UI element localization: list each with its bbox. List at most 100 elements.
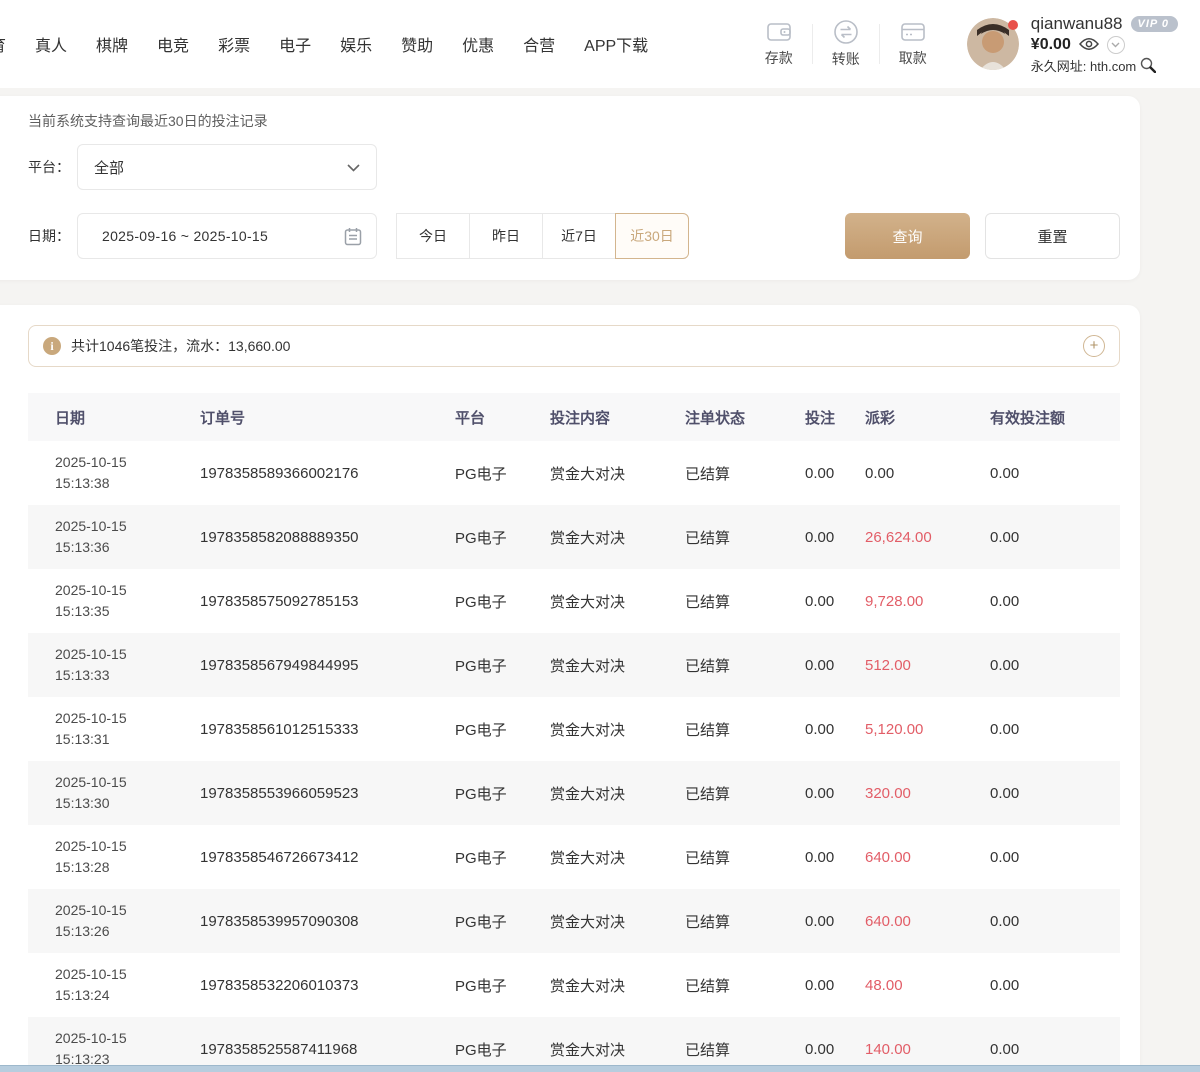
- nav-item[interactable]: 娱乐: [340, 28, 372, 60]
- withdraw-button[interactable]: 取款: [881, 20, 945, 68]
- table-row[interactable]: 2025-10-15 15:13:38 1978358589366002176 …: [28, 441, 1120, 505]
- col-header-bet: 投注: [805, 407, 865, 428]
- transfer-button[interactable]: 转账: [814, 19, 878, 69]
- table-row[interactable]: 2025-10-15 15:13:31 1978358561012515333 …: [28, 697, 1120, 761]
- nav-item[interactable]: 体育: [0, 28, 6, 60]
- cell-valid-bet: 0.00: [990, 657, 1120, 674]
- cell-status: 已结算: [685, 783, 805, 804]
- cell-date: 2025-10-15 15:13:28: [55, 836, 200, 878]
- cell-status: 已结算: [685, 591, 805, 612]
- user-info: qianwanu88 VIP 0 ¥0.00 永久网址:: [1031, 14, 1178, 75]
- nav-item[interactable]: 真人: [35, 28, 67, 60]
- cell-bet: 0.00: [805, 529, 865, 546]
- table-row[interactable]: 2025-10-15 15:13:24 1978358532206010373 …: [28, 953, 1120, 1017]
- bank-card-icon: [881, 20, 945, 44]
- deposit-button[interactable]: 存款: [747, 20, 811, 68]
- eye-icon[interactable]: [1079, 36, 1099, 54]
- cell-content: 赏金大对决: [550, 655, 685, 676]
- table-row[interactable]: 2025-10-15 15:13:33 1978358567949844995 …: [28, 633, 1120, 697]
- cell-valid-bet: 0.00: [990, 465, 1120, 482]
- date-range-input[interactable]: 2025-09-16 ~ 2025-10-15: [77, 213, 377, 259]
- col-header-valid: 有效投注额: [990, 407, 1120, 428]
- nav-item[interactable]: 合营: [523, 28, 555, 60]
- quick-range-chip[interactable]: 近30日: [615, 213, 689, 259]
- nav-item[interactable]: 棋牌: [96, 28, 128, 60]
- nav-item[interactable]: 赞助: [401, 28, 433, 60]
- balance-dropdown-icon[interactable]: [1107, 36, 1125, 54]
- cell-content: 赏金大对决: [550, 783, 685, 804]
- cell-date: 2025-10-15 15:13:26: [55, 900, 200, 942]
- quick-range-chip[interactable]: 今日: [396, 213, 470, 259]
- search-icon[interactable]: [1140, 57, 1156, 74]
- col-header-platform: 平台: [455, 407, 550, 428]
- table-body: 2025-10-15 15:13:38 1978358589366002176 …: [28, 441, 1120, 1072]
- col-header-order: 订单号: [200, 407, 455, 428]
- cell-date: 2025-10-15 15:13:24: [55, 964, 200, 1006]
- cell-order-number: 1978358561012515333: [200, 721, 455, 738]
- records-card: i 共计1046笔投注，流水：13,660.00 + 日期 订单号 平台 投注内…: [0, 305, 1140, 1072]
- main-nav: 体育 真人 棋牌 电竞 彩票 电子 娱乐 赞助 优惠 合营 APP下载: [0, 28, 648, 60]
- platform-label: 平台：: [28, 157, 77, 177]
- bet-records-table: 日期 订单号 平台 投注内容 注单状态 投注 派彩 有效投注额 2025-10-…: [28, 393, 1120, 1072]
- quick-range-chip[interactable]: 近7日: [542, 213, 616, 259]
- user-avatar[interactable]: [967, 18, 1019, 70]
- cell-content: 赏金大对决: [550, 719, 685, 740]
- nav-item[interactable]: APP下载: [584, 28, 648, 60]
- withdraw-label: 取款: [881, 48, 945, 68]
- cell-bet: 0.00: [805, 593, 865, 610]
- cell-platform: PG电子: [455, 655, 550, 676]
- cell-valid-bet: 0.00: [990, 529, 1120, 546]
- page-content: 当前系统支持查询最近30日的投注记录 平台： 全部 日期： 2025-09-16…: [0, 88, 1200, 1072]
- quick-range-chip[interactable]: 昨日: [469, 213, 543, 259]
- cell-content: 赏金大对决: [550, 527, 685, 548]
- platform-select-value: 全部: [94, 157, 124, 178]
- summary-bar: i 共计1046笔投注，流水：13,660.00 +: [28, 325, 1120, 367]
- cell-platform: PG电子: [455, 847, 550, 868]
- table-row[interactable]: 2025-10-15 15:13:35 1978358575092785153 …: [28, 569, 1120, 633]
- cell-content: 赏金大对决: [550, 847, 685, 868]
- cell-order-number: 1978358553966059523: [200, 785, 455, 802]
- divider: [812, 24, 813, 64]
- cell-date: 2025-10-15 15:13:33: [55, 644, 200, 686]
- cell-payout: 26,624.00: [865, 529, 990, 546]
- cell-payout: 9,728.00: [865, 593, 990, 610]
- info-icon: i: [43, 337, 61, 355]
- deposit-label: 存款: [747, 48, 811, 68]
- cell-payout: 0.00: [865, 465, 990, 482]
- cell-payout: 640.00: [865, 913, 990, 930]
- cell-payout: 5,120.00: [865, 721, 990, 738]
- cell-date: 2025-10-15 15:13:30: [55, 772, 200, 814]
- table-row[interactable]: 2025-10-15 15:13:30 1978358553966059523 …: [28, 761, 1120, 825]
- cell-order-number: 1978358567949844995: [200, 657, 455, 674]
- cell-valid-bet: 0.00: [990, 785, 1120, 802]
- query-button[interactable]: 查询: [845, 213, 970, 259]
- table-row[interactable]: 2025-10-15 15:13:26 1978358539957090308 …: [28, 889, 1120, 953]
- table-row[interactable]: 2025-10-15 15:13:23 1978358525587411968 …: [28, 1017, 1120, 1072]
- table-row[interactable]: 2025-10-15 15:13:36 1978358582088889350 …: [28, 505, 1120, 569]
- cell-date: 2025-10-15 15:13:23: [55, 1028, 200, 1070]
- nav-item[interactable]: 电竞: [157, 28, 189, 60]
- horizontal-scrollbar[interactable]: [0, 1065, 1200, 1072]
- cell-order-number: 1978358546726673412: [200, 849, 455, 866]
- cell-status: 已结算: [685, 1039, 805, 1060]
- transfer-icon: [814, 19, 878, 45]
- table-header-row: 日期 订单号 平台 投注内容 注单状态 投注 派彩 有效投注额: [28, 393, 1120, 441]
- reset-button[interactable]: 重置: [985, 213, 1120, 259]
- cell-platform: PG电子: [455, 783, 550, 804]
- cell-order-number: 1978358539957090308: [200, 913, 455, 930]
- cell-status: 已结算: [685, 719, 805, 740]
- platform-select[interactable]: 全部: [77, 144, 377, 190]
- plus-circle-icon[interactable]: +: [1083, 335, 1105, 357]
- nav-item[interactable]: 彩票: [218, 28, 250, 60]
- cell-platform: PG电子: [455, 591, 550, 612]
- nav-item[interactable]: 优惠: [462, 28, 494, 60]
- top-header: 体育 真人 棋牌 电竞 彩票 电子 娱乐 赞助 优惠 合营 APP下载: [0, 0, 1200, 88]
- cell-platform: PG电子: [455, 911, 550, 932]
- cell-payout: 640.00: [865, 849, 990, 866]
- cell-date: 2025-10-15 15:13:38: [55, 452, 200, 494]
- transfer-label: 转账: [814, 49, 878, 69]
- table-row[interactable]: 2025-10-15 15:13:28 1978358546726673412 …: [28, 825, 1120, 889]
- cell-bet: 0.00: [805, 657, 865, 674]
- nav-item[interactable]: 电子: [279, 28, 311, 60]
- balance-amount: ¥0.00: [1031, 36, 1071, 54]
